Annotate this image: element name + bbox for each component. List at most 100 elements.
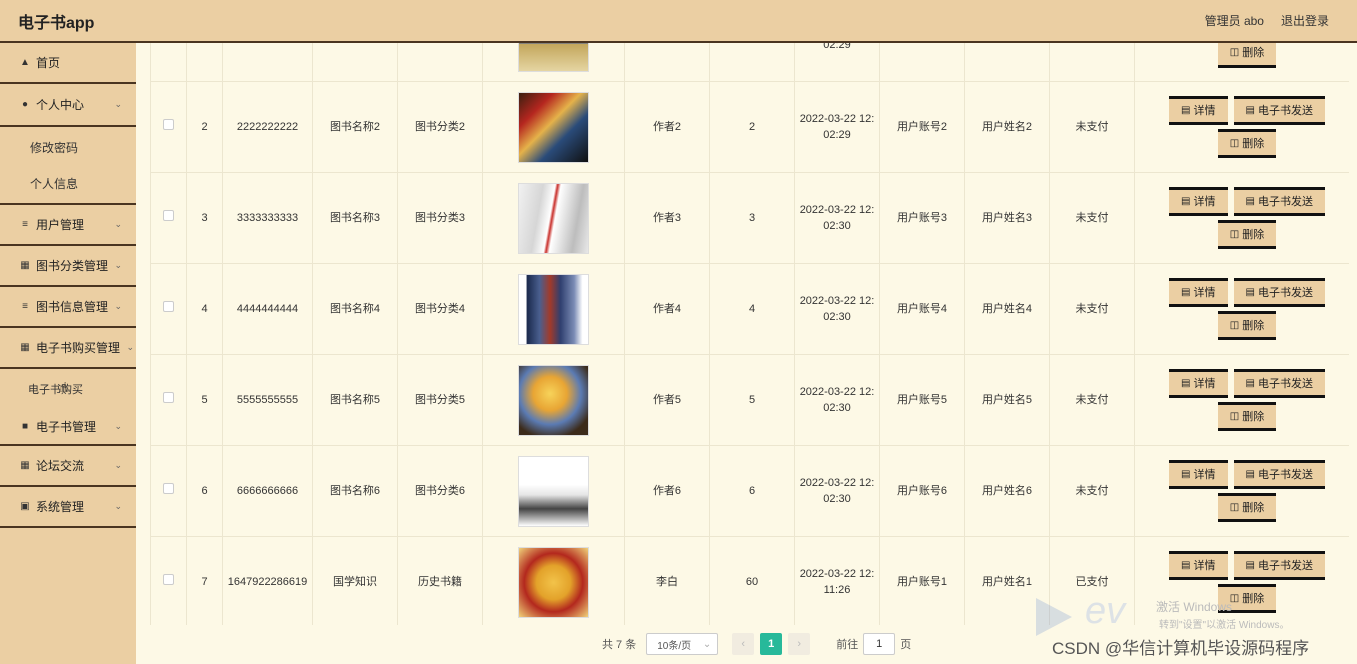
table-row: 6 6666666666 图书名称6 图书分类6 作者6 6 2022-03-22 12:0…: [150, 445, 1349, 537]
quantity: 60: [745, 576, 759, 588]
book-name: 图书名称2: [329, 121, 381, 133]
detail-button[interactable]: ▤ 详情: [1169, 369, 1228, 398]
cell-actions: ▤详情▤电子书发送 ◫删除: [1134, 81, 1349, 173]
detail-label: 详情: [1193, 468, 1216, 481]
cell-category: 历史书籍: [397, 536, 483, 625]
main-content: 11111111111图书名称1图书分类1作者112022-03-22 12:0…: [136, 43, 1357, 664]
cell-actions: ▤详情▤电子书发送 ◫删除: [1134, 263, 1349, 355]
document-icon: ▤: [1245, 195, 1255, 207]
cell-order: 3333333333: [222, 172, 313, 264]
cell-order: 1647922286619: [222, 536, 313, 625]
menu-user-mgmt[interactable]: ≡ 用户管理 ⌄: [0, 205, 136, 246]
cell-index: 6: [186, 445, 223, 537]
delete-button[interactable]: ◫ 删除: [1217, 129, 1277, 158]
book-cover-image: [518, 43, 589, 72]
top-header: 电子书app 管理员 abo 退出登录: [0, 0, 1357, 43]
home-icon: ▲: [20, 57, 30, 68]
trash-icon: ◫: [1229, 319, 1240, 331]
page-size-select[interactable]: 10条/页 ⌄: [646, 633, 719, 655]
detail-button[interactable]: ▤ 详情: [1169, 96, 1228, 125]
row-checkbox[interactable]: [163, 301, 174, 312]
order-number: 6666666666: [236, 485, 299, 497]
cell-cover: [482, 354, 625, 446]
row-index: 6: [201, 485, 208, 497]
cell-account: 用户账号3: [879, 172, 965, 264]
detail-button[interactable]: ▤ 详情: [1169, 187, 1228, 216]
table-row: 3 3333333333 图书名称3 图书分类3 作者3 3 2022-03-22 12:0…: [150, 172, 1349, 264]
quantity: 3: [748, 212, 756, 224]
detail-button[interactable]: ▤ 详情: [1169, 551, 1228, 580]
page-number-current[interactable]: 1: [760, 633, 783, 655]
header-actions: 管理员 abo 退出登录: [1205, 12, 1339, 29]
detail-button[interactable]: ▤ 详情: [1169, 278, 1228, 307]
cell-book-name: 图书名称6: [312, 445, 398, 537]
user-name: 用户姓名5: [981, 394, 1033, 406]
detail-button[interactable]: ▤ 详情: [1169, 460, 1228, 489]
menu-user-mgmt-label: 用户管理: [36, 218, 85, 232]
cell-account: 用户账号6: [879, 445, 965, 537]
menu-home[interactable]: ▲ 首页: [0, 43, 136, 84]
send-ebook-button[interactable]: ▤ 电子书发送: [1233, 96, 1325, 125]
chevron-down-icon: ⌄: [126, 342, 134, 352]
send-ebook-button[interactable]: ▤ 电子书发送: [1233, 187, 1325, 216]
submenu-change-password[interactable]: 修改密码: [0, 129, 136, 165]
chevron-down-icon: ⌄: [702, 638, 712, 650]
send-ebook-button[interactable]: ▤ 电子书发送: [1233, 278, 1325, 307]
cell-book-name: 图书名称4: [312, 263, 398, 355]
menu-purchase-mgmt[interactable]: ▦ 电子书购买管理 ⌄: [0, 328, 136, 369]
menu-category-mgmt-label: 图书分类管理: [36, 259, 109, 273]
menu-ebook-mgmt[interactable]: ■ 电子书管理 ⌄: [0, 409, 136, 446]
quantity: 2: [748, 121, 756, 133]
cell-author: 作者6: [624, 445, 710, 537]
menu-ebook-mgmt-label: 电子书管理: [36, 420, 97, 434]
row-checkbox[interactable]: [163, 210, 174, 221]
delete-button[interactable]: ◫ 删除: [1217, 43, 1277, 68]
row-checkbox[interactable]: [163, 392, 174, 403]
send-ebook-button[interactable]: ▤ 电子书发送: [1233, 460, 1325, 489]
delete-button[interactable]: ◫ 删除: [1217, 220, 1277, 249]
menu-system[interactable]: ▣ 系统管理 ⌄: [0, 487, 136, 528]
delete-button[interactable]: ◫ 删除: [1217, 311, 1277, 340]
delete-button[interactable]: ◫ 删除: [1217, 402, 1277, 431]
table-row: 2 2222222222 图书名称2 图书分类2 作者2 2 2022-03-22 12:0…: [150, 81, 1349, 173]
submenu-ebook-purchase[interactable]: 电子书购买: [0, 371, 136, 407]
cell-quantity: 4: [709, 263, 795, 355]
cell-username: 用户姓名3: [964, 172, 1050, 264]
cell-status: 未支付: [1049, 354, 1135, 446]
payment-status: 未支付: [1075, 303, 1109, 315]
row-checkbox[interactable]: [163, 574, 174, 585]
document-icon: ▤: [1245, 104, 1255, 116]
row-checkbox[interactable]: [163, 483, 174, 494]
submenu-personal-info[interactable]: 个人信息: [0, 165, 136, 201]
cell-book-name: 图书名称5: [312, 354, 398, 446]
row-actions: ▤详情▤电子书发送 ◫删除: [1139, 460, 1349, 522]
delete-button[interactable]: ◫ 删除: [1217, 493, 1277, 522]
hand-cursor-icon: ☝: [59, 379, 68, 395]
row-checkbox[interactable]: [163, 119, 174, 130]
send-ebook-button[interactable]: ▤ 电子书发送: [1233, 551, 1325, 580]
prev-page-button[interactable]: ‹: [732, 633, 755, 655]
delete-label: 删除: [1242, 319, 1265, 332]
document-icon: ▤: [1181, 559, 1191, 571]
cell-select: [150, 536, 187, 625]
menu-bookinfo-mgmt[interactable]: ≡ 图书信息管理 ⌄: [0, 287, 136, 328]
purchase-submenu: 电子书购买: [0, 369, 136, 409]
csdn-watermark: CSDN @华信计算机毕设源码程序: [1052, 639, 1310, 658]
send-ebook-button[interactable]: ▤ 电子书发送: [1233, 369, 1325, 398]
goto-page-input[interactable]: 1: [863, 633, 896, 655]
menu-category-mgmt[interactable]: ▦ 图书分类管理 ⌄: [0, 246, 136, 287]
row-actions: ▤详情▤电子书发送 ◫删除: [1139, 187, 1349, 249]
next-page-button[interactable]: ›: [788, 633, 811, 655]
menu-forum[interactable]: ▦ 论坛交流 ⌄: [0, 446, 136, 487]
cell-cover: [482, 81, 625, 173]
user-name: 用户姓名4: [981, 303, 1033, 315]
document-icon: ▤: [1245, 559, 1255, 571]
grid-icon: ▦: [20, 260, 30, 271]
detail-label: 详情: [1193, 286, 1216, 299]
payment-status: 未支付: [1075, 394, 1109, 406]
logout-link[interactable]: 退出登录: [1281, 12, 1329, 29]
cell-select: [150, 263, 187, 355]
row-actions: ▤详情▤电子书发送 ◫删除: [1139, 369, 1349, 431]
menu-personal[interactable]: ● 个人中心 ⌄: [0, 84, 136, 125]
cell-account: 用户账号4: [879, 263, 965, 355]
